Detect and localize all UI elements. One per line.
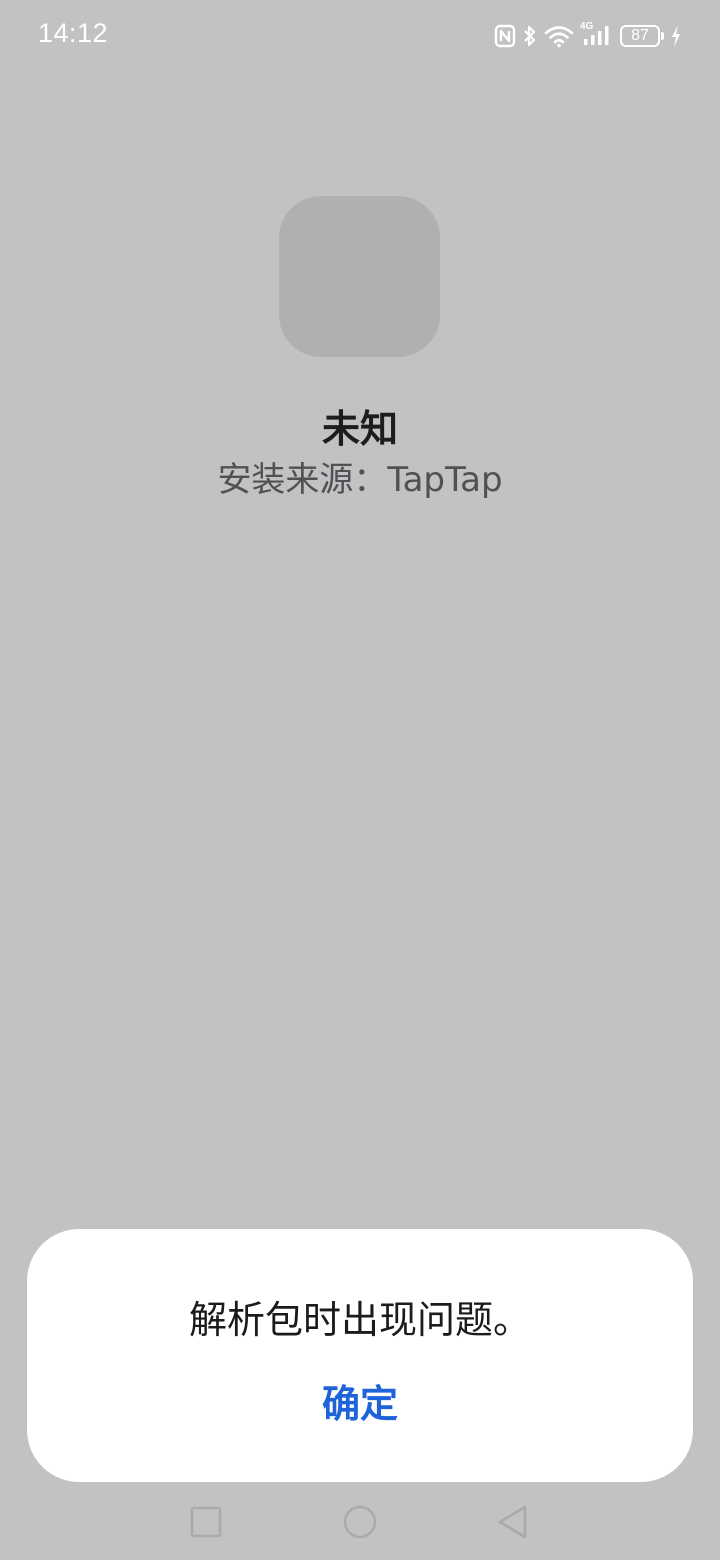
install-source: 安装来源：TapTap [217, 460, 503, 500]
app-icon-placeholder [279, 196, 440, 357]
status-icons: 4G 87 [494, 20, 682, 52]
error-dialog: 解析包时出现问题。 确定 [27, 1229, 693, 1482]
navigation-bar [0, 1490, 720, 1554]
confirm-button[interactable]: 确定 [260, 1369, 460, 1439]
status-time: 14:12 [38, 18, 109, 48]
status-bar: 14:12 4G 87 [0, 0, 720, 72]
app-name: 未知 [321, 407, 398, 451]
dialog-message: 解析包时出现问题。 [188, 1298, 531, 1342]
charging-icon [670, 24, 682, 48]
battery-nub [661, 32, 664, 40]
nfc-icon [494, 24, 516, 48]
recents-icon[interactable] [186, 1502, 226, 1542]
4g-signal-icon: 4G [580, 21, 614, 49]
wifi-icon [544, 24, 574, 48]
battery-level: 87 [620, 25, 660, 47]
battery-icon: 87 [620, 25, 664, 47]
back-icon[interactable] [494, 1502, 534, 1542]
home-icon[interactable] [340, 1502, 380, 1542]
bluetooth-icon [522, 24, 538, 48]
